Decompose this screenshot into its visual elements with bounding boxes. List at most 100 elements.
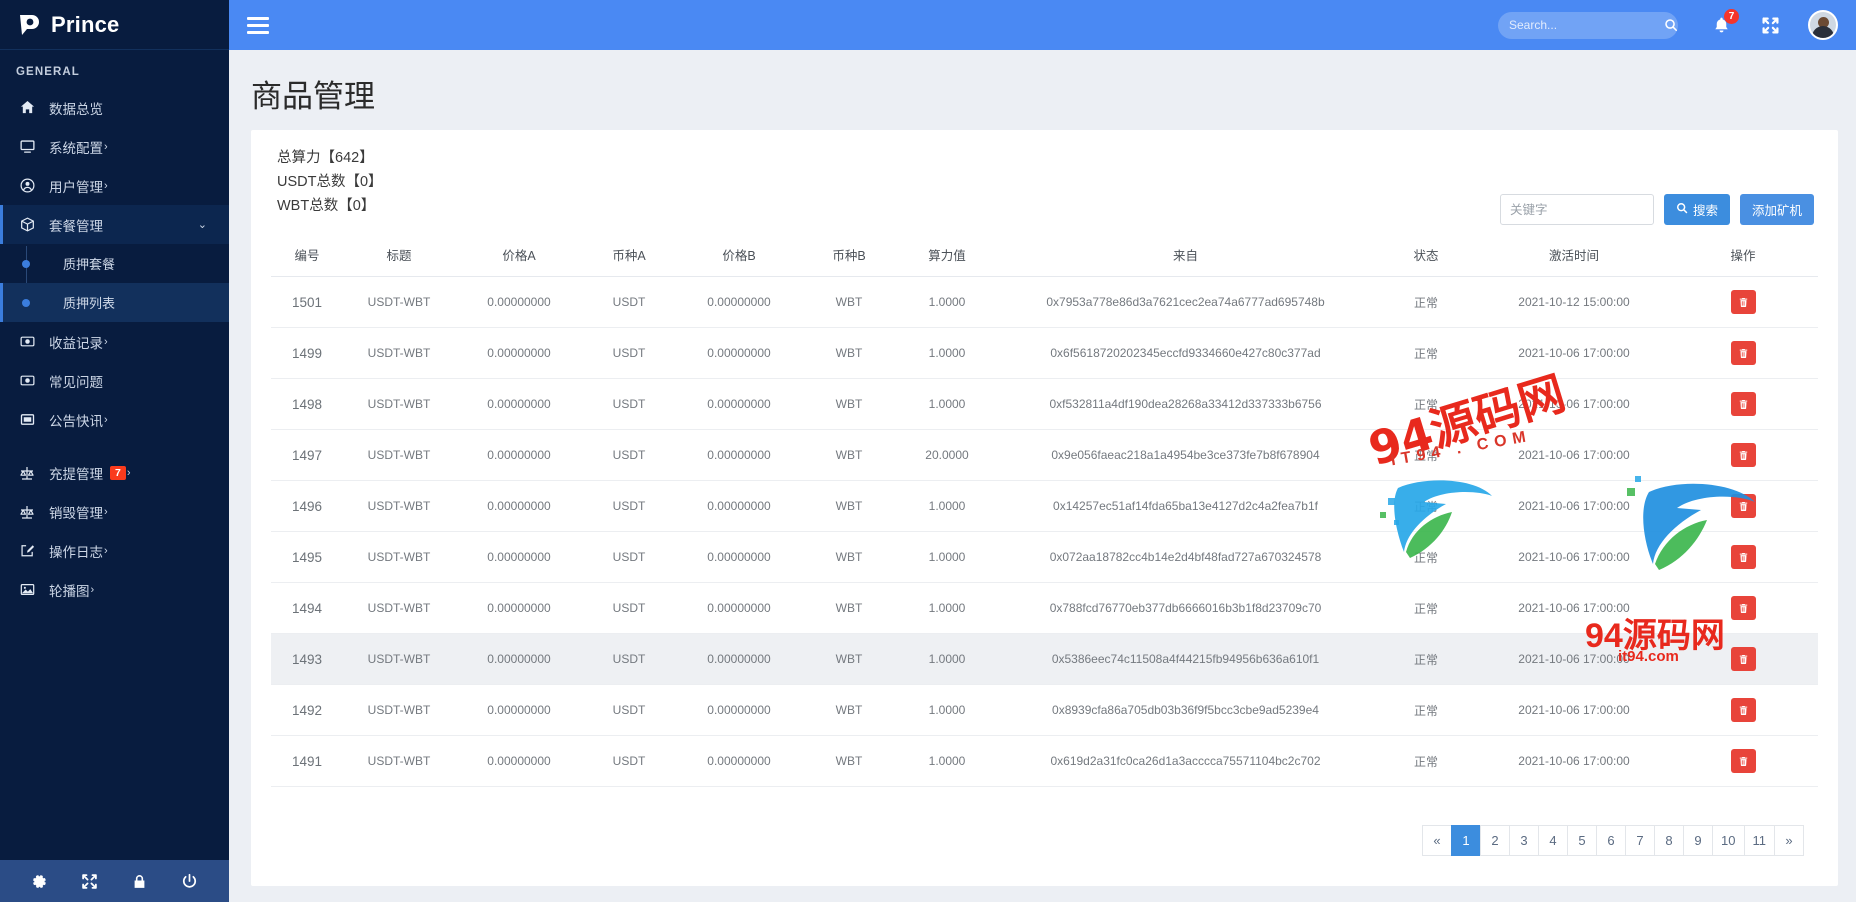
- table-cell-actions: [1668, 327, 1818, 379]
- brand-header[interactable]: Prince: [0, 0, 229, 50]
- prince-p-logo-icon: [16, 12, 42, 38]
- table-row[interactable]: 1493 USDT-WBT 0.00000000 USDT 0.00000000 WBT 1…: [271, 633, 1818, 685]
- pagination-page-7[interactable]: 7: [1625, 825, 1656, 856]
- pagination-page-10[interactable]: 10: [1712, 825, 1745, 856]
- table-cell-price-b: 0.00000000: [675, 480, 803, 532]
- sidebar-item-carousel[interactable]: 轮播图 ›: [0, 570, 229, 609]
- table-cell-power: 20.0000: [895, 429, 999, 481]
- table-row[interactable]: 1498 USDT-WBT 0.00000000 USDT 0.00000000 WBT 1…: [271, 378, 1818, 430]
- table-row[interactable]: 1496 USDT-WBT 0.00000000 USDT 0.00000000 WBT 1…: [271, 480, 1818, 532]
- pagination-prev[interactable]: «: [1422, 825, 1453, 856]
- column-header-price-a[interactable]: 价格A: [455, 237, 583, 277]
- trash-icon[interactable]: [1730, 596, 1756, 620]
- power-icon[interactable]: [181, 873, 198, 890]
- sidebar-item-label: 收益记录: [49, 335, 103, 351]
- table-cell-price-b: 0.00000000: [675, 582, 803, 634]
- notifications-bell[interactable]: 7: [1712, 8, 1739, 35]
- coin-icon: [16, 373, 38, 388]
- trash-icon[interactable]: [1730, 494, 1756, 518]
- lock-icon[interactable]: [131, 873, 148, 890]
- chevron-right-icon: ›: [90, 583, 95, 596]
- table-cell-actions: [1668, 429, 1818, 481]
- sidebar-subitem-pledge-list[interactable]: 质押列表: [0, 283, 229, 322]
- sidebar-item-user-management[interactable]: 用户管理 ›: [0, 166, 229, 205]
- table-cell-activate-time: 2021-10-06 17:00:00: [1480, 684, 1668, 736]
- column-header-coin-a[interactable]: 币种A: [583, 237, 675, 277]
- content-card: 总算力【642】 USDT总数【0】 WBT总数【0】 搜索 添加矿机: [251, 130, 1838, 886]
- column-header-id[interactable]: 编号: [271, 237, 343, 277]
- trash-icon[interactable]: [1730, 749, 1756, 773]
- table-cell-power: 1.0000: [895, 735, 999, 787]
- trash-icon[interactable]: [1730, 545, 1756, 569]
- sidebar-item-destroy-management[interactable]: 销毁管理 ›: [0, 492, 229, 531]
- table-row[interactable]: 1494 USDT-WBT 0.00000000 USDT 0.00000000 WBT 1…: [271, 582, 1818, 634]
- avatar[interactable]: [1808, 10, 1838, 40]
- table-row[interactable]: 1499 USDT-WBT 0.00000000 USDT 0.00000000 WBT 1…: [271, 327, 1818, 379]
- column-header-from[interactable]: 来自: [999, 237, 1372, 277]
- sidebar-item-operation-log[interactable]: 操作日志 ›: [0, 531, 229, 570]
- expand-icon[interactable]: [81, 873, 98, 890]
- hamburger-icon[interactable]: [247, 16, 269, 34]
- sidebar-item-announcements[interactable]: 公告快讯 ›: [0, 400, 229, 439]
- sidebar-item-label: 系统配置: [49, 140, 103, 156]
- search-input[interactable]: [1509, 18, 1664, 32]
- table-cell-status: 正常: [1372, 633, 1480, 685]
- stat-usdt-total: USDT总数【0】: [277, 174, 383, 190]
- sidebar-item-dashboard[interactable]: 数据总览: [0, 88, 229, 127]
- search-icon[interactable]: [1664, 18, 1678, 32]
- sidebar-item-faq[interactable]: 常见问题: [0, 361, 229, 400]
- sidebar-item-system-config[interactable]: 系统配置 ›: [0, 127, 229, 166]
- nav-divider-gap: [0, 439, 229, 453]
- sidebar-subitem-pledge-package[interactable]: 质押套餐: [0, 244, 229, 283]
- scale-icon: [16, 465, 38, 481]
- pagination-page-1[interactable]: 1: [1451, 825, 1482, 856]
- sidebar-item-deposit-withdraw[interactable]: 充提管理 7 ›: [0, 453, 229, 492]
- table-cell-status: 正常: [1372, 327, 1480, 379]
- table-cell-status: 正常: [1372, 735, 1480, 787]
- sidebar-item-income-records[interactable]: 收益记录 ›: [0, 322, 229, 361]
- column-header-coin-b[interactable]: 币种B: [803, 237, 895, 277]
- pagination-page-5[interactable]: 5: [1567, 825, 1598, 856]
- trash-icon[interactable]: [1730, 698, 1756, 722]
- table-row[interactable]: 1501 USDT-WBT 0.00000000 USDT 0.00000000 WBT 1…: [271, 276, 1818, 328]
- table-cell-price-a: 0.00000000: [455, 735, 583, 787]
- fullscreen-icon[interactable]: [1761, 16, 1780, 35]
- column-header-price-b[interactable]: 价格B: [675, 237, 803, 277]
- column-header-actions[interactable]: 操作: [1668, 237, 1818, 277]
- trash-icon[interactable]: [1730, 443, 1756, 467]
- column-header-power[interactable]: 算力值: [895, 237, 999, 277]
- pagination-page-4[interactable]: 4: [1538, 825, 1569, 856]
- pagination-page-8[interactable]: 8: [1654, 825, 1685, 856]
- trash-icon[interactable]: [1730, 341, 1756, 365]
- pagination-next[interactable]: »: [1774, 825, 1804, 856]
- gear-icon[interactable]: [31, 873, 48, 890]
- add-miner-button[interactable]: 添加矿机: [1739, 194, 1814, 225]
- topbar-search[interactable]: [1498, 11, 1678, 39]
- table-row[interactable]: 1492 USDT-WBT 0.00000000 USDT 0.00000000 WBT 1…: [271, 684, 1818, 736]
- table-row[interactable]: 1491 USDT-WBT 0.00000000 USDT 0.00000000 WBT 1…: [271, 735, 1818, 787]
- table-cell-coin-a: USDT: [583, 378, 675, 430]
- table-cell-power: 1.0000: [895, 531, 999, 583]
- sidebar: Prince GENERAL 数据总览 系统配置 › 用户管理 › 套餐管理 ⌄…: [0, 0, 229, 902]
- table-row[interactable]: 1497 USDT-WBT 0.00000000 USDT 0.00000000 WBT 2…: [271, 429, 1818, 481]
- column-header-title[interactable]: 标题: [343, 237, 455, 277]
- search-button[interactable]: 搜索: [1663, 194, 1730, 225]
- table-row[interactable]: 1495 USDT-WBT 0.00000000 USDT 0.00000000 WBT 1…: [271, 531, 1818, 583]
- pagination-page-2[interactable]: 2: [1480, 825, 1511, 856]
- column-header-status[interactable]: 状态: [1372, 237, 1480, 277]
- pagination-page-3[interactable]: 3: [1509, 825, 1540, 856]
- pagination-page-6[interactable]: 6: [1596, 825, 1627, 856]
- table-cell-coin-b: WBT: [803, 531, 895, 583]
- trash-icon[interactable]: [1730, 392, 1756, 416]
- sidebar-item-package-management[interactable]: 套餐管理 ⌄: [0, 205, 229, 244]
- chevron-right-icon: ›: [126, 466, 131, 479]
- table-cell-actions: [1668, 276, 1818, 328]
- trash-icon[interactable]: [1730, 290, 1756, 314]
- trash-icon[interactable]: [1730, 647, 1756, 671]
- column-header-activate-time[interactable]: 激活时间: [1480, 237, 1668, 277]
- keyword-input[interactable]: [1499, 194, 1654, 225]
- app-root: Prince GENERAL 数据总览 系统配置 › 用户管理 › 套餐管理 ⌄…: [0, 0, 1856, 902]
- pagination-page-9[interactable]: 9: [1683, 825, 1714, 856]
- pagination-page-11[interactable]: 11: [1743, 825, 1775, 856]
- table-cell-price-a: 0.00000000: [455, 429, 583, 481]
